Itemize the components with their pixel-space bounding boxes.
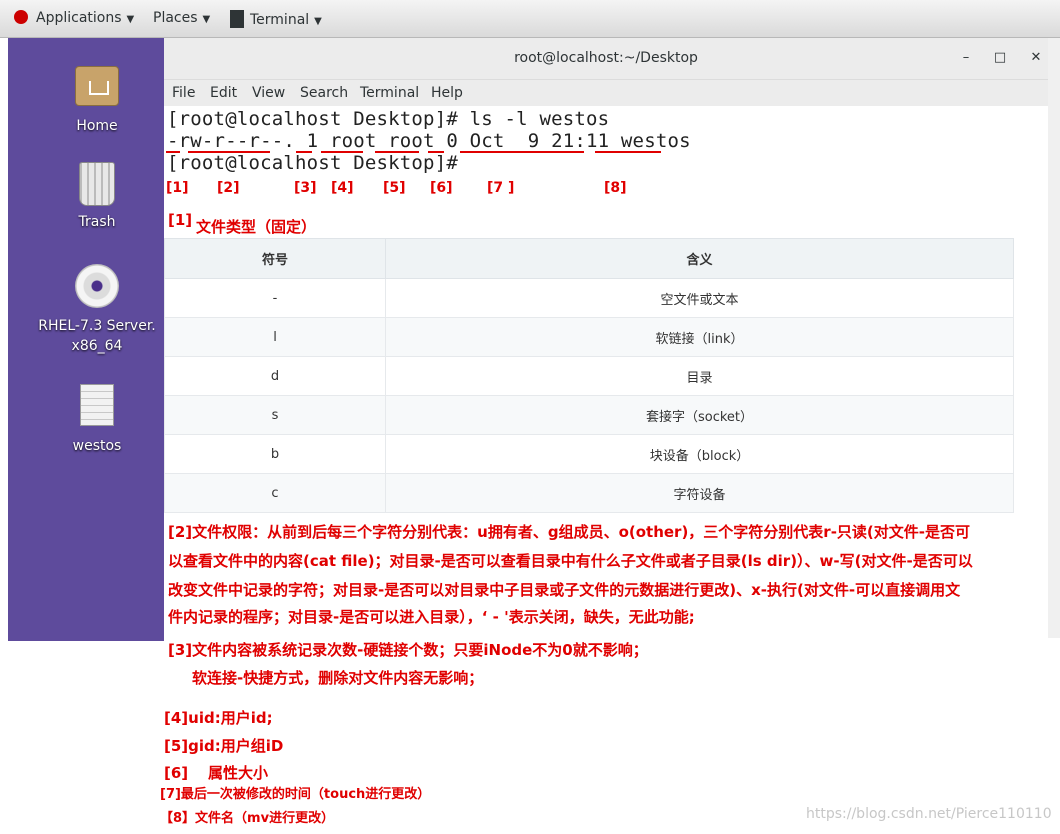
- menu-help[interactable]: Help: [431, 85, 463, 101]
- note-mtime: [7]最后一次被修改的时间（touch进行更改）: [160, 787, 431, 802]
- desktop-icon-label: Trash: [78, 214, 116, 230]
- disc-icon: [75, 264, 119, 308]
- window-titlebar[interactable]: root@localhost:~/Desktop – □ ✕: [164, 38, 1048, 80]
- note-uid: [4]uid:用户id;: [164, 709, 273, 727]
- note-size-number: [6]: [164, 764, 189, 782]
- annotation-label: [2]: [217, 180, 240, 196]
- maximize-button[interactable]: □: [990, 50, 1010, 68]
- annotation-underline: [375, 151, 419, 153]
- table-cell-meaning: 目录: [385, 356, 1014, 396]
- annotation-underline: [166, 151, 180, 153]
- trash-icon: [79, 162, 115, 206]
- table-cell-meaning: 块设备（block）: [385, 434, 1014, 474]
- note-hardlinks-line2: 软连接-快捷方式，删除对文件内容无影响；: [192, 669, 484, 687]
- table-row: d 目录: [164, 356, 1014, 396]
- annotation-label: [6]: [430, 180, 453, 196]
- desktop-icon-home[interactable]: Home: [7, 66, 187, 136]
- places-label: Places: [153, 10, 198, 26]
- annotation-underline: [460, 151, 584, 153]
- terminal-menubar: File Edit View Search Terminal Help: [164, 80, 1048, 106]
- table-cell-symbol: c: [164, 473, 386, 513]
- annotation-underline: [428, 151, 444, 153]
- chevron-down-icon: ▼: [314, 16, 322, 27]
- section-title: 文件类型（固定）: [196, 218, 317, 236]
- desktop: Home Trash RHEL-7.3 Server. x86_64 westo…: [8, 38, 164, 641]
- terminal-line-output: -rw-r--r--. 1 root root 0 Oct 9 21:11 we…: [167, 130, 691, 152]
- note-filename: 【8】文件名（mv进行更改）: [160, 811, 335, 826]
- menu-search[interactable]: Search: [300, 85, 348, 101]
- terminal-app-label: Terminal: [250, 12, 310, 28]
- table-cell-meaning: 空文件或文本: [385, 278, 1014, 318]
- terminal-line-prompt: [root@localhost Desktop]#: [167, 152, 458, 174]
- annotation-label: [7 ]: [487, 180, 515, 196]
- annotation-underline: [595, 151, 661, 153]
- annotation-underline: [321, 151, 363, 153]
- note-permissions-line3: 改变文件中记录的字符；对目录-是否可以对目录中子目录或子文件的元数据进行更改)、…: [168, 581, 961, 599]
- table-row: b 块设备（block）: [164, 434, 1014, 474]
- desktop-icon-label: westos: [72, 438, 122, 454]
- note-gid: [5]gid:用户组iD: [164, 737, 284, 755]
- desktop-icon-trash[interactable]: Trash: [7, 162, 187, 232]
- table-row: l 软链接（link）: [164, 317, 1014, 357]
- minimize-button[interactable]: –: [956, 50, 976, 68]
- menu-file[interactable]: File: [172, 85, 195, 101]
- redhat-logo-icon: [14, 10, 28, 24]
- terminal-scrollbar[interactable]: [1048, 38, 1060, 638]
- chevron-down-icon: ▼: [202, 14, 211, 25]
- desktop-icon-rhel-disc[interactable]: RHEL-7.3 Server. x86_64: [7, 264, 187, 356]
- annotation-label: [8]: [604, 180, 627, 196]
- top-panel: Applications ▼ Places ▼ Terminal ▼: [0, 0, 1060, 38]
- table-cell-meaning: 套接字（socket）: [385, 395, 1014, 435]
- applications-menu[interactable]: Applications ▼: [14, 10, 134, 30]
- note-size-text: 属性大小: [208, 764, 269, 782]
- note-permissions-line4: 件内记录的程序；对目录-是否可以进入目录），‘ - '表示关闭，缺失，无此功能;: [168, 608, 695, 626]
- file-type-table: 符号 含义 - 空文件或文本 l 软链接（link） d 目录 s 套接字（so…: [164, 238, 1014, 513]
- table-row: - 空文件或文本: [164, 278, 1014, 318]
- terminal-icon: [230, 10, 244, 28]
- table-cell-meaning: 软链接（link）: [385, 317, 1014, 357]
- table-row: c 字符设备: [164, 473, 1014, 513]
- menu-terminal[interactable]: Terminal: [360, 85, 419, 101]
- desktop-icon-label: Home: [76, 118, 118, 134]
- menu-view[interactable]: View: [252, 85, 285, 101]
- annotation-label: [1]: [166, 180, 189, 196]
- table-header-row: 符号 含义: [164, 238, 1014, 279]
- menu-edit[interactable]: Edit: [210, 85, 237, 101]
- annotation-underline: [296, 151, 312, 153]
- text-file-icon: [80, 384, 114, 426]
- home-folder-icon: [75, 66, 119, 106]
- terminal-app-menu[interactable]: Terminal ▼: [230, 10, 322, 30]
- table-row: s 套接字（socket）: [164, 395, 1014, 435]
- annotation-label: [5]: [383, 180, 406, 196]
- annotation-label: [4]: [331, 180, 354, 196]
- note-permissions-line2: 以查看文件中的内容(cat file)；对目录-是否可以查看目录中有什么子文件或…: [168, 552, 973, 570]
- annotation-label: [3]: [294, 180, 317, 196]
- window-title: root@localhost:~/Desktop: [514, 50, 698, 66]
- desktop-icon-label: x86_64: [71, 338, 123, 354]
- terminal-line-command: [root@localhost Desktop]# ls -l westos: [167, 108, 610, 130]
- desktop-icon-label: RHEL-7.3 Server.: [38, 318, 156, 334]
- table-cell-symbol: l: [164, 317, 386, 357]
- desktop-icon-westos[interactable]: westos: [7, 384, 187, 456]
- table-header-meaning: 含义: [385, 238, 1014, 279]
- watermark: https://blog.csdn.net/Pierce110110: [806, 806, 1052, 822]
- table-cell-symbol: s: [164, 395, 386, 435]
- note-permissions-line1: [2]文件权限：从前到后每三个字符分别代表：u拥有者、g组成员、o(other)…: [168, 523, 971, 541]
- table-cell-meaning: 字符设备: [385, 473, 1014, 513]
- applications-label: Applications: [36, 10, 122, 26]
- table-cell-symbol: b: [164, 434, 386, 474]
- table-header-symbol: 符号: [164, 238, 386, 279]
- table-cell-symbol: d: [164, 356, 386, 396]
- close-button[interactable]: ✕: [1026, 50, 1046, 68]
- note-hardlinks-line1: [3]文件内容被系统记录次数-硬链接个数；只要iNode不为0就不影响；: [168, 641, 648, 659]
- section-number: [1]: [168, 211, 193, 229]
- places-menu[interactable]: Places ▼: [153, 10, 210, 30]
- chevron-down-icon: ▼: [126, 14, 135, 25]
- table-cell-symbol: -: [164, 278, 386, 318]
- annotation-underline: [188, 151, 270, 153]
